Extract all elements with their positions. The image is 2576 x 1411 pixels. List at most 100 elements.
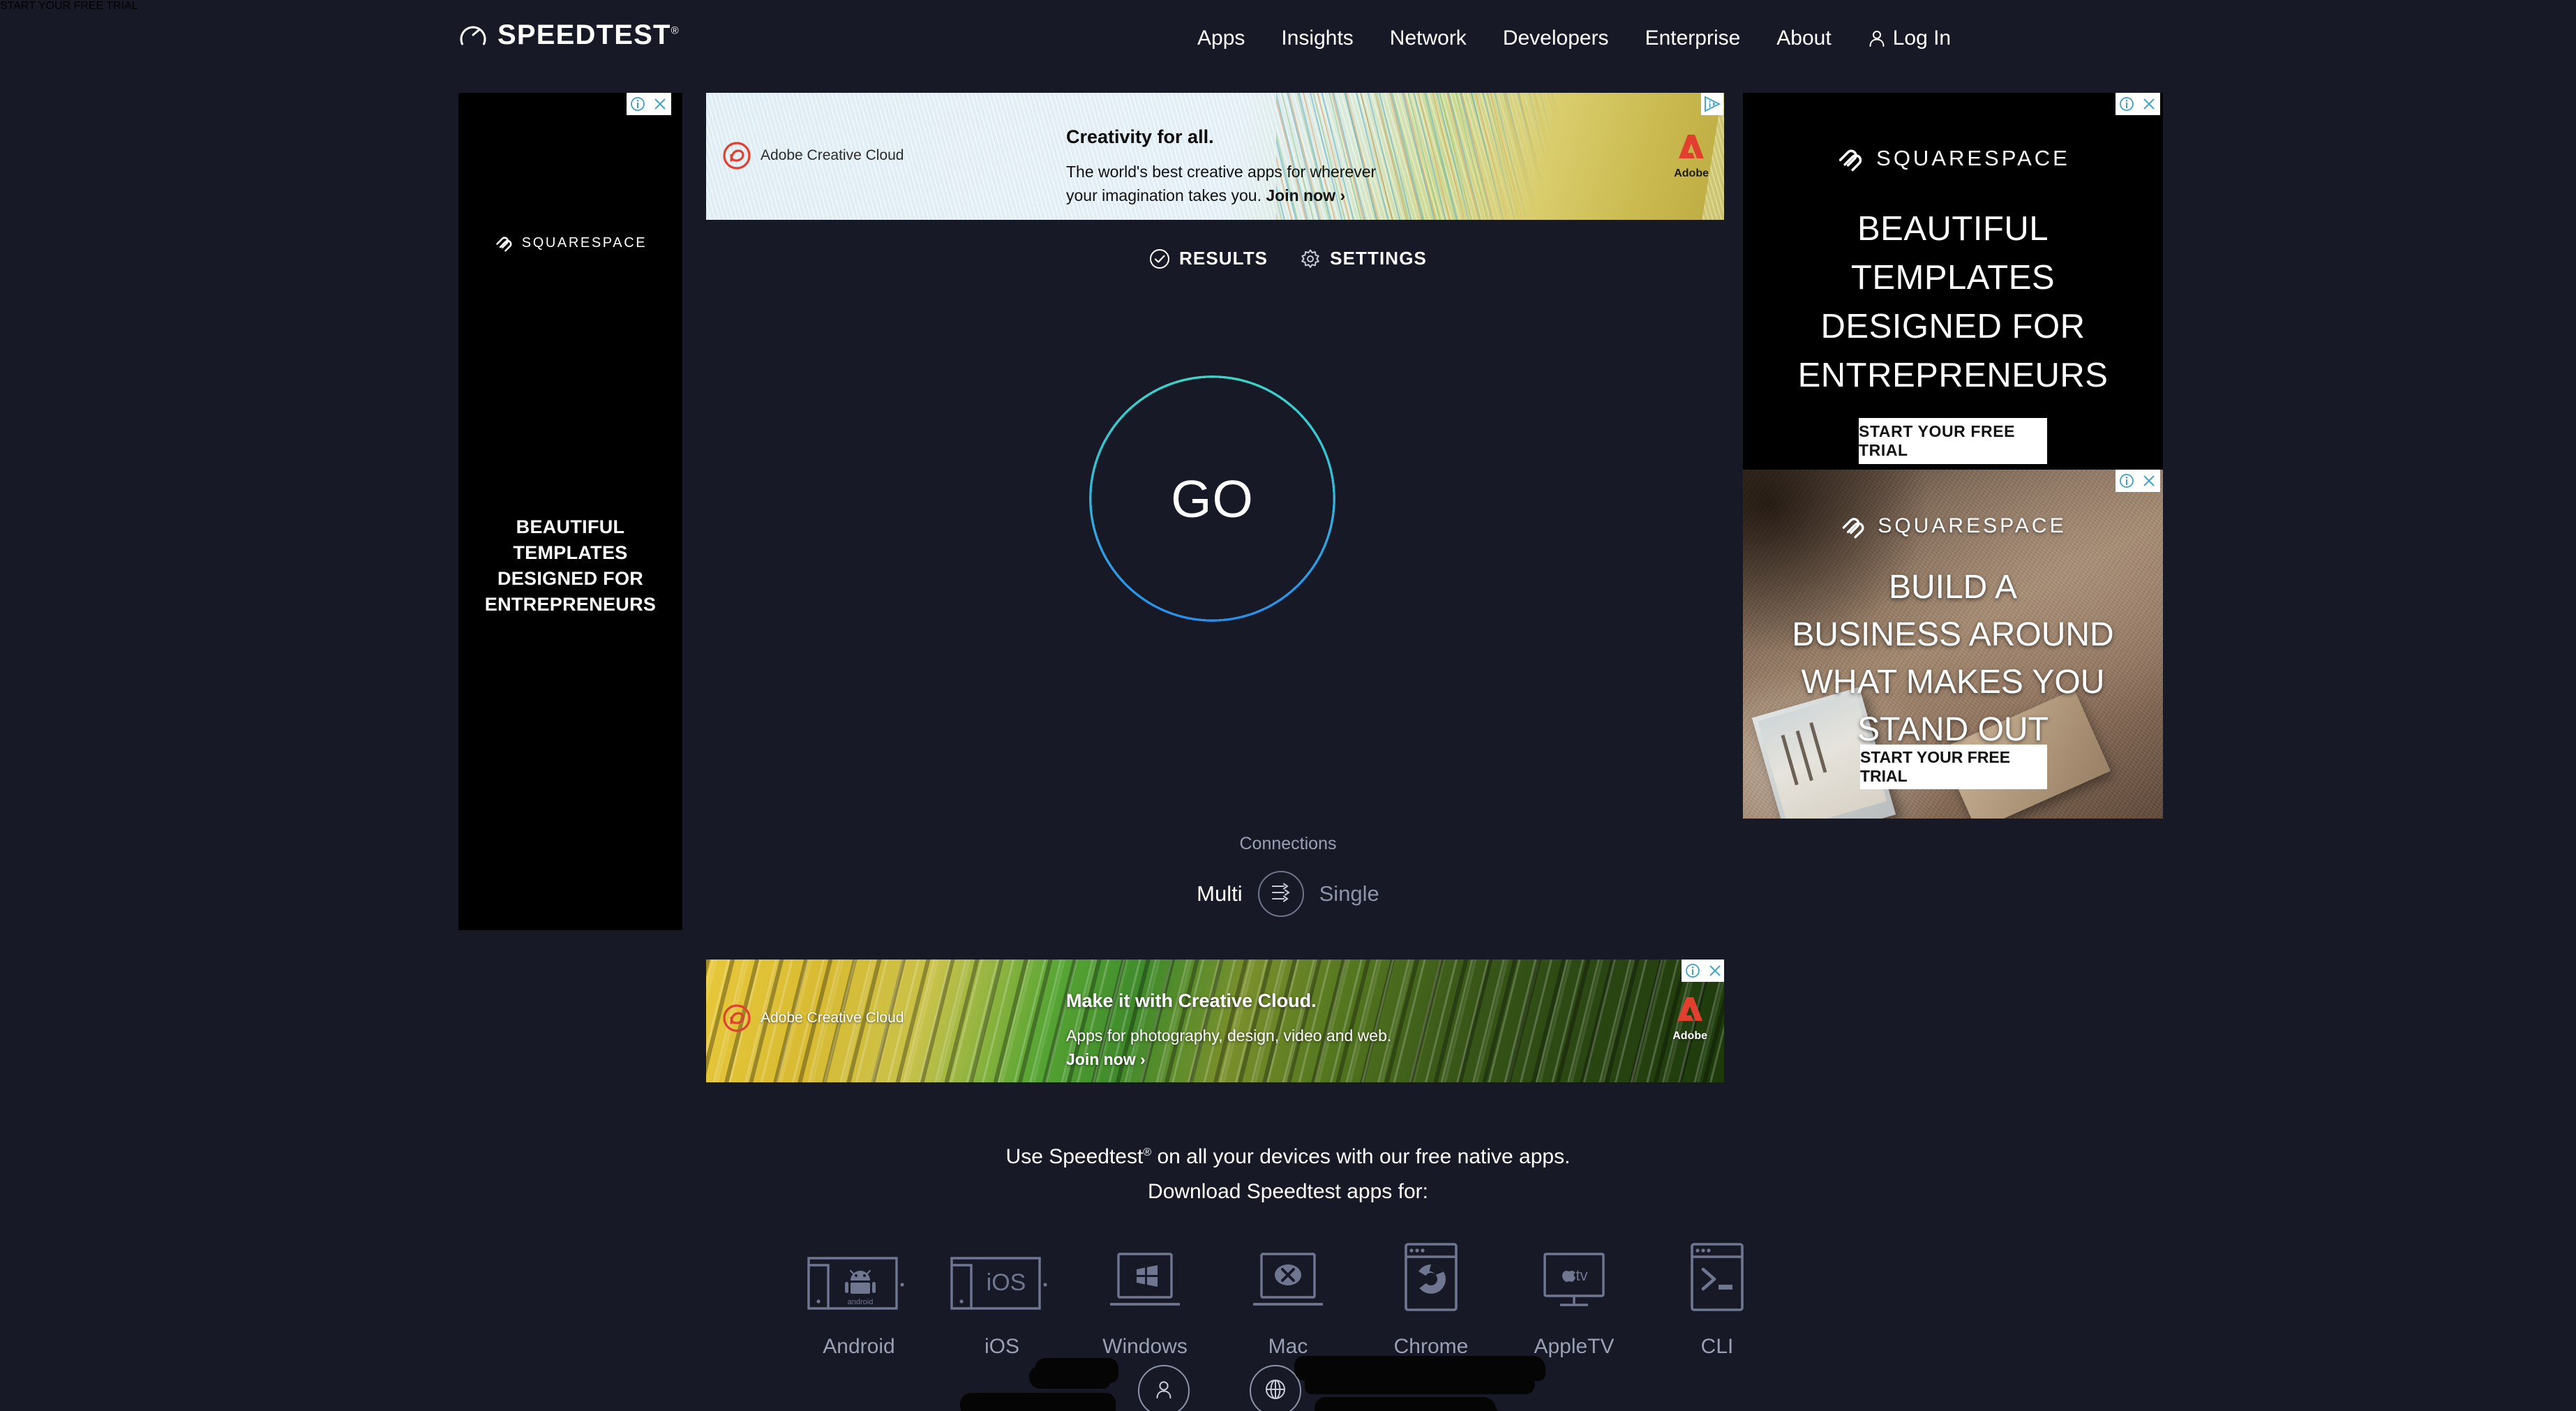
chrome-browser-icon xyxy=(1368,1239,1494,1315)
platform-chrome[interactable]: Chrome xyxy=(1360,1239,1503,1359)
tab-results[interactable]: RESULTS xyxy=(1149,248,1268,269)
isp-name-redaction xyxy=(960,1393,1116,1411)
nav-item-developers[interactable]: Developers xyxy=(1485,0,1627,77)
info-icon[interactable] xyxy=(2116,470,2138,492)
registered-mark: ® xyxy=(1143,1147,1152,1158)
ad-headline-line-1: BUILD A xyxy=(1888,569,2018,606)
connections-label: Connections xyxy=(1239,834,1337,853)
platform-label: Android xyxy=(823,1335,895,1358)
site-header: SPEEDTEST® Apps Insights Network Develop… xyxy=(0,0,2576,77)
logo-wordmark: SPEEDTEST® xyxy=(497,20,679,50)
platform-appletv[interactable]: tv AppleTV xyxy=(1503,1239,1646,1359)
info-icon[interactable] xyxy=(627,93,649,115)
adobe-a-icon xyxy=(1676,132,1707,165)
ad-headline-line-2: BUSINESS AROUND xyxy=(1792,616,2114,653)
adobe-wordmark: Adobe xyxy=(1672,1030,1707,1042)
platform-windows[interactable]: Windows xyxy=(1074,1239,1217,1359)
tab-results-label: RESULTS xyxy=(1179,248,1268,269)
ad-top-adchoices[interactable] xyxy=(1701,93,1723,115)
ad-right-top[interactable]: SQUARESPACE BEAUTIFUL TEMPLATES DESIGNED… xyxy=(1743,93,2163,513)
server-globe-icon-button[interactable] xyxy=(1250,1365,1301,1411)
squarespace-logo: SQUARESPACE xyxy=(1743,143,2163,174)
adobe-wordmark: Adobe xyxy=(1674,167,1709,179)
login-label: Log In xyxy=(1892,27,1952,50)
appletv-monitor-icon: tv xyxy=(1511,1239,1637,1315)
adchoices-triangle-icon[interactable] xyxy=(1701,93,1723,115)
ad-body: Apps for photography, design, video and … xyxy=(1066,1024,1527,1071)
ad-headline: BUILD A BUSINESS AROUND WHAT MAKES YOU S… xyxy=(1743,564,2163,754)
gear-icon xyxy=(1300,248,1321,269)
connections-toggle-knob[interactable] xyxy=(1257,871,1304,917)
user-icon xyxy=(1153,1378,1174,1404)
ad-bottom-banner[interactable]: Adobe Creative Cloud Make it with Creati… xyxy=(706,960,1724,1082)
ad-cta-link[interactable]: Join now › xyxy=(1266,186,1345,204)
platform-mac[interactable]: Mac xyxy=(1217,1239,1360,1359)
creative-cloud-name: Adobe Creative Cloud xyxy=(761,147,904,163)
nav-item-about[interactable]: About xyxy=(1758,0,1849,77)
ad-headline-line-1: BEAUTIFUL xyxy=(516,516,625,537)
connections-option-multi[interactable]: Multi xyxy=(1197,881,1242,906)
ad-headline-line-2: TEMPLATES xyxy=(513,542,628,563)
creative-cloud-mark-icon xyxy=(721,140,752,171)
ad-headline: Creativity for all. xyxy=(1066,126,1214,147)
adobe-brand-lockup: Adobe xyxy=(1672,994,1707,1043)
speedometer-icon xyxy=(458,20,488,50)
test-tabs: RESULTS SETTINGS xyxy=(0,248,2576,269)
platform-label: iOS xyxy=(984,1335,1019,1358)
tab-settings[interactable]: SETTINGS xyxy=(1300,248,1427,269)
speedtest-logo[interactable]: SPEEDTEST® xyxy=(458,20,679,50)
squarespace-mark-icon xyxy=(1839,512,1869,541)
ad-left-skyscraper[interactable]: SQUARESPACE BEAUTIFUL TEMPLATES DESIGNED… xyxy=(458,93,682,930)
platform-label: Windows xyxy=(1102,1335,1188,1358)
go-button[interactable]: GO xyxy=(1089,375,1335,622)
main-nav: Apps Insights Network Developers Enterpr… xyxy=(1179,0,1951,77)
creative-cloud-mark-icon xyxy=(721,1003,752,1033)
isp-name-redaction xyxy=(1035,1358,1118,1383)
mac-laptop-icon xyxy=(1225,1239,1351,1315)
platform-cli[interactable]: CLI xyxy=(1646,1239,1789,1359)
svg-text:tv: tv xyxy=(1575,1267,1587,1284)
android-phone-tablet-icon: android xyxy=(796,1239,922,1315)
ad-cta-link[interactable]: Join now › xyxy=(1066,1050,1146,1068)
ad-headline: BEAUTIFUL TEMPLATES DESIGNED FOR ENTREPR… xyxy=(458,514,682,618)
squarespace-logo: SQUARESPACE xyxy=(1743,512,2163,541)
apps-promo-copy: Use Speedtest® on all your devices with … xyxy=(0,1135,2576,1209)
squarespace-wordmark: SQUARESPACE xyxy=(1876,146,2070,170)
ad-headline-line-3: DESIGNED FOR xyxy=(497,568,644,589)
isp-user-icon-button[interactable] xyxy=(1138,1365,1190,1411)
ad-body-line-2: your imagination takes you. xyxy=(1066,186,1261,204)
nav-item-network[interactable]: Network xyxy=(1372,0,1485,77)
close-icon[interactable] xyxy=(2138,93,2160,115)
platform-ios[interactable]: iOS iOS xyxy=(931,1239,1074,1359)
platform-android[interactable]: android Android xyxy=(788,1239,931,1359)
ad-cta-button[interactable]: START YOUR FREE TRIAL xyxy=(1860,745,2047,789)
platform-label: CLI xyxy=(1700,1335,1734,1358)
ad-headline-line-3: WHAT MAKES YOU xyxy=(1801,664,2105,701)
info-icon[interactable] xyxy=(1682,960,1704,982)
ios-phone-tablet-icon: iOS xyxy=(939,1239,1065,1315)
multi-arrows-icon xyxy=(1268,881,1294,907)
ad-headline-line-4: ENTREPRENEURS xyxy=(1797,357,2109,394)
isp-server-row: Change Server xyxy=(0,675,2576,1411)
platform-label: Mac xyxy=(1268,1335,1308,1358)
connections-toggle[interactable]: Multi Single xyxy=(0,871,2576,917)
close-icon[interactable] xyxy=(1704,960,1724,982)
nav-item-enterprise[interactable]: Enterprise xyxy=(1627,0,1759,77)
info-icon[interactable] xyxy=(2116,93,2138,115)
ad-right-top-adchoices xyxy=(2116,93,2160,115)
go-button-label: GO xyxy=(1171,469,1254,528)
login-button[interactable]: Log In xyxy=(1850,0,1951,77)
check-circle-icon xyxy=(1149,248,1170,269)
squarespace-mark-icon xyxy=(1836,143,1866,174)
adobe-a-icon xyxy=(1675,994,1705,1027)
connections-option-single[interactable]: Single xyxy=(1319,881,1379,906)
nav-item-apps[interactable]: Apps xyxy=(1179,0,1263,77)
server-name-redaction xyxy=(1315,1397,1496,1411)
ad-cta-button[interactable]: START YOUR FREE TRIAL xyxy=(1859,418,2047,464)
close-icon[interactable] xyxy=(649,93,671,115)
nav-item-insights[interactable]: Insights xyxy=(1263,0,1371,77)
ad-headline: Make it with Creative Cloud. xyxy=(1066,990,1317,1011)
close-icon[interactable] xyxy=(2138,470,2160,492)
ad-body-line-1: Apps for photography, design, video and … xyxy=(1066,1026,1392,1045)
ad-top-banner[interactable]: Adobe Creative Cloud Creativity for all.… xyxy=(706,93,1724,220)
